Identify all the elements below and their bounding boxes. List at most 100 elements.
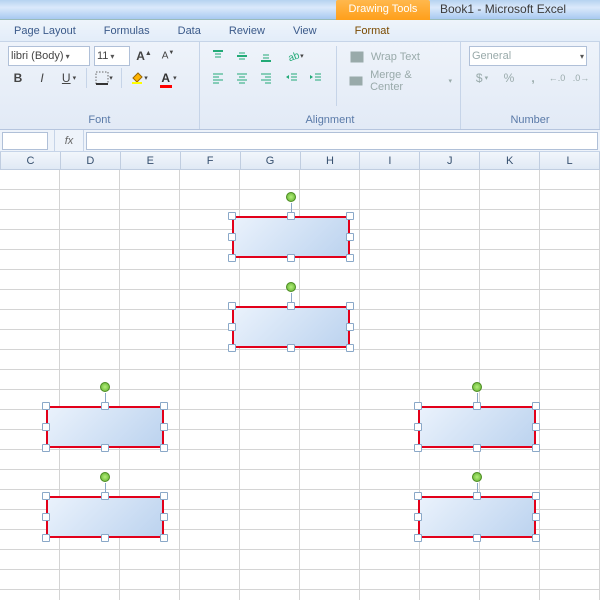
merge-center-button[interactable] bbox=[347, 71, 366, 91]
resize-handle[interactable] bbox=[101, 444, 109, 452]
italic-button[interactable]: I bbox=[32, 68, 52, 88]
resize-handle[interactable] bbox=[287, 344, 295, 352]
tab-review[interactable]: Review bbox=[215, 22, 279, 40]
resize-handle[interactable] bbox=[346, 254, 354, 262]
resize-handle[interactable] bbox=[160, 534, 168, 542]
tab-formulas[interactable]: Formulas bbox=[90, 22, 164, 40]
resize-handle[interactable] bbox=[42, 423, 50, 431]
col-header[interactable]: E bbox=[121, 152, 181, 169]
resize-handle[interactable] bbox=[42, 534, 50, 542]
orientation-button[interactable]: ab▾ bbox=[282, 46, 308, 66]
resize-handle[interactable] bbox=[346, 323, 354, 331]
align-middle-button[interactable] bbox=[232, 46, 252, 66]
col-header[interactable]: D bbox=[61, 152, 121, 169]
col-header[interactable]: L bbox=[540, 152, 600, 169]
resize-handle[interactable] bbox=[473, 534, 481, 542]
resize-handle[interactable] bbox=[228, 323, 236, 331]
resize-handle[interactable] bbox=[42, 492, 50, 500]
resize-handle[interactable] bbox=[532, 402, 540, 410]
name-box[interactable] bbox=[2, 132, 48, 150]
col-header[interactable]: H bbox=[301, 152, 361, 169]
resize-handle[interactable] bbox=[346, 233, 354, 241]
increase-decimal-button[interactable]: ←.0 bbox=[547, 68, 567, 88]
resize-handle[interactable] bbox=[414, 513, 422, 521]
resize-handle[interactable] bbox=[160, 492, 168, 500]
resize-handle[interactable] bbox=[160, 423, 168, 431]
resize-handle[interactable] bbox=[346, 344, 354, 352]
bold-button[interactable]: B bbox=[8, 68, 28, 88]
resize-handle[interactable] bbox=[228, 212, 236, 220]
selected-shape[interactable] bbox=[226, 300, 356, 354]
resize-handle[interactable] bbox=[346, 302, 354, 310]
rotate-handle[interactable] bbox=[286, 192, 296, 202]
resize-handle[interactable] bbox=[532, 534, 540, 542]
formula-input[interactable] bbox=[86, 132, 598, 150]
fx-icon[interactable]: fx bbox=[54, 130, 84, 151]
resize-handle[interactable] bbox=[42, 444, 50, 452]
decrease-indent-button[interactable] bbox=[282, 68, 302, 88]
resize-handle[interactable] bbox=[414, 492, 422, 500]
resize-handle[interactable] bbox=[414, 423, 422, 431]
selected-shape[interactable] bbox=[40, 400, 170, 454]
underline-button[interactable]: U▾ bbox=[56, 68, 82, 88]
resize-handle[interactable] bbox=[228, 233, 236, 241]
resize-handle[interactable] bbox=[414, 444, 422, 452]
col-header[interactable]: K bbox=[480, 152, 540, 169]
align-right-button[interactable] bbox=[256, 68, 276, 88]
selected-shape[interactable] bbox=[40, 490, 170, 544]
resize-handle[interactable] bbox=[532, 444, 540, 452]
border-button[interactable]: ▾ bbox=[91, 68, 117, 88]
resize-handle[interactable] bbox=[287, 302, 295, 310]
resize-handle[interactable] bbox=[101, 492, 109, 500]
selected-shape[interactable] bbox=[412, 400, 542, 454]
resize-handle[interactable] bbox=[473, 492, 481, 500]
resize-handle[interactable] bbox=[160, 402, 168, 410]
worksheet[interactable]: C D E F G H I J K L bbox=[0, 152, 600, 600]
col-header[interactable]: G bbox=[241, 152, 301, 169]
align-left-button[interactable] bbox=[208, 68, 228, 88]
align-bottom-button[interactable] bbox=[256, 46, 276, 66]
resize-handle[interactable] bbox=[473, 402, 481, 410]
resize-handle[interactable] bbox=[42, 513, 50, 521]
col-header[interactable]: I bbox=[360, 152, 420, 169]
resize-handle[interactable] bbox=[532, 513, 540, 521]
resize-handle[interactable] bbox=[287, 254, 295, 262]
resize-handle[interactable] bbox=[287, 212, 295, 220]
rotate-handle[interactable] bbox=[100, 382, 110, 392]
currency-button[interactable]: $▾ bbox=[469, 68, 495, 88]
tab-format[interactable]: Format bbox=[341, 22, 404, 40]
resize-handle[interactable] bbox=[532, 492, 540, 500]
resize-handle[interactable] bbox=[101, 402, 109, 410]
resize-handle[interactable] bbox=[228, 344, 236, 352]
increase-indent-button[interactable] bbox=[306, 68, 326, 88]
rotate-handle[interactable] bbox=[286, 282, 296, 292]
number-format-combo[interactable]: General▾ bbox=[469, 46, 587, 66]
tab-view[interactable]: View bbox=[279, 22, 331, 40]
tab-page-layout[interactable]: Page Layout bbox=[0, 22, 90, 40]
wrap-text-button[interactable] bbox=[347, 47, 367, 67]
increase-font-button[interactable]: A▲ bbox=[134, 46, 154, 66]
resize-handle[interactable] bbox=[228, 302, 236, 310]
selected-shape[interactable] bbox=[226, 210, 356, 264]
col-header[interactable]: F bbox=[181, 152, 241, 169]
rotate-handle[interactable] bbox=[472, 382, 482, 392]
rectangle-shape[interactable] bbox=[46, 496, 164, 538]
resize-handle[interactable] bbox=[414, 402, 422, 410]
percent-button[interactable]: % bbox=[499, 68, 519, 88]
selected-shape[interactable] bbox=[412, 490, 542, 544]
resize-handle[interactable] bbox=[473, 444, 481, 452]
font-color-button[interactable]: A ▾ bbox=[156, 68, 182, 88]
resize-handle[interactable] bbox=[228, 254, 236, 262]
font-family-combo[interactable]: libri (Body)▾ bbox=[8, 46, 90, 66]
resize-handle[interactable] bbox=[101, 534, 109, 542]
col-header[interactable]: C bbox=[1, 152, 61, 169]
rectangle-shape[interactable] bbox=[232, 216, 350, 258]
decrease-font-button[interactable]: A▼ bbox=[158, 46, 178, 66]
fill-color-button[interactable]: ▾ bbox=[126, 68, 152, 88]
decrease-decimal-button[interactable]: .0→ bbox=[571, 68, 591, 88]
tab-data[interactable]: Data bbox=[164, 22, 215, 40]
resize-handle[interactable] bbox=[160, 444, 168, 452]
rectangle-shape[interactable] bbox=[418, 496, 536, 538]
resize-handle[interactable] bbox=[414, 534, 422, 542]
rectangle-shape[interactable] bbox=[418, 406, 536, 448]
